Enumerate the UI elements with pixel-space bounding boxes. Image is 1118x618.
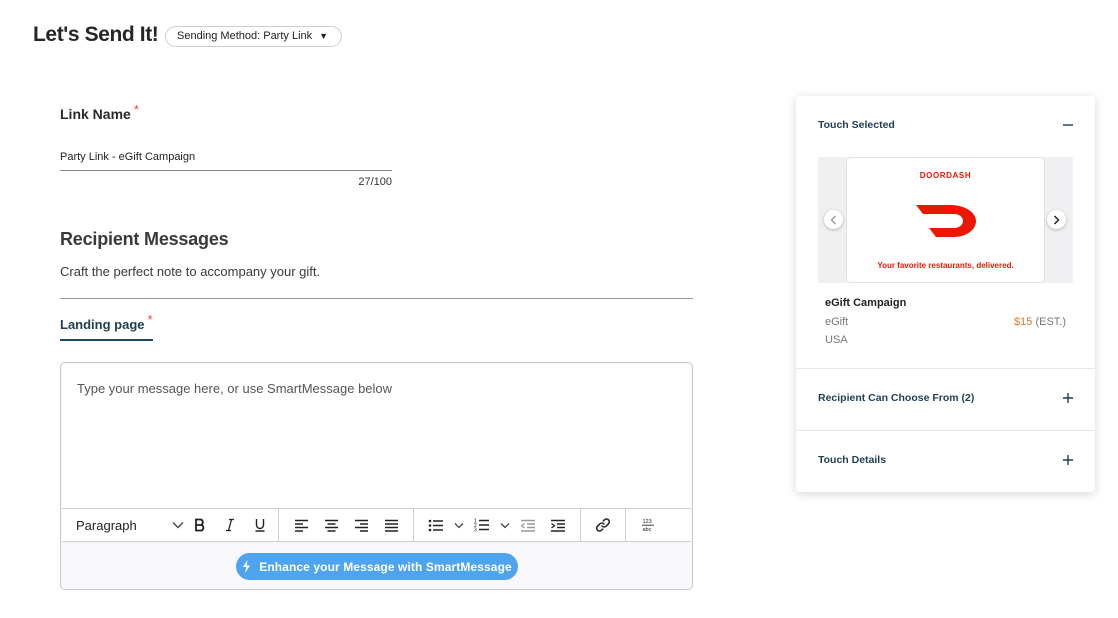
section-divider bbox=[60, 298, 693, 299]
carousel-prev-button[interactable] bbox=[824, 210, 843, 229]
required-mark: * bbox=[147, 312, 153, 327]
gift-carousel: DOORDASH Your favorite restaurants, deli… bbox=[818, 157, 1073, 283]
numbered-list-options[interactable] bbox=[498, 512, 512, 538]
align-left-icon bbox=[294, 519, 308, 532]
bold-icon bbox=[195, 518, 205, 532]
message-placeholder: Type your message here, or use SmartMess… bbox=[77, 381, 393, 396]
chevron-right-icon bbox=[1053, 214, 1060, 225]
svg-text:3: 3 bbox=[474, 528, 477, 533]
message-textarea[interactable]: Type your message here, or use SmartMess… bbox=[62, 364, 691, 508]
recipient-messages-subtitle: Craft the perfect note to accompany your… bbox=[60, 264, 321, 279]
smartmessage-button-label: Enhance your Message with SmartMessage bbox=[259, 559, 512, 574]
align-center-button[interactable] bbox=[317, 512, 345, 538]
align-right-icon bbox=[354, 519, 368, 532]
collapse-icon[interactable] bbox=[1061, 118, 1075, 132]
link-name-label: Link Name * bbox=[60, 102, 139, 122]
sending-method-select[interactable]: Sending Method: Party Link ▼ bbox=[165, 26, 342, 47]
link-icon bbox=[595, 518, 611, 532]
align-right-button[interactable] bbox=[347, 512, 375, 538]
caret-down-icon: ▼ bbox=[319, 31, 328, 41]
tab-landing-page-label: Landing page bbox=[60, 317, 145, 332]
gift-price-amount: $15 bbox=[1014, 316, 1033, 328]
editor-toolbar: Paragraph 1 2 3 123 abc bbox=[62, 508, 691, 542]
character-counter: 27/100 bbox=[358, 176, 392, 188]
doordash-logo bbox=[916, 205, 976, 237]
gift-price-suffix: (EST.) bbox=[1035, 316, 1066, 328]
touch-summary-panel: Touch Selected DOORDASH Your favorite re… bbox=[796, 96, 1095, 492]
spellcheck-button[interactable]: 123 abc bbox=[634, 512, 662, 538]
card-tagline: Your favorite restaurants, delivered. bbox=[877, 261, 1014, 270]
touch-selected-header[interactable]: Touch Selected bbox=[818, 119, 895, 131]
italic-button[interactable] bbox=[216, 512, 244, 538]
carousel-next-button[interactable] bbox=[1047, 210, 1066, 229]
outdent-icon bbox=[520, 519, 535, 532]
underline-button[interactable] bbox=[246, 512, 274, 538]
chevron-down-icon bbox=[500, 522, 510, 528]
outdent-button[interactable] bbox=[514, 512, 542, 538]
expand-icon[interactable] bbox=[1061, 391, 1075, 405]
paragraph-format-select[interactable]: Paragraph bbox=[72, 518, 184, 533]
svg-text:abc: abc bbox=[643, 527, 652, 533]
underline-icon bbox=[255, 519, 265, 532]
svg-text:123: 123 bbox=[643, 519, 652, 525]
chevron-down-icon bbox=[172, 522, 184, 529]
indent-icon bbox=[551, 519, 565, 532]
bullet-list-icon bbox=[428, 519, 443, 531]
smartmessage-button[interactable]: Enhance your Message with SmartMessage bbox=[236, 553, 518, 580]
bullet-list-options[interactable] bbox=[452, 512, 466, 538]
recipient-choose-header[interactable]: Recipient Can Choose From (2) bbox=[818, 392, 974, 404]
italic-icon bbox=[226, 518, 234, 532]
bold-button[interactable] bbox=[186, 512, 214, 538]
gift-price: $15 (EST.) bbox=[1014, 316, 1066, 328]
align-justify-icon bbox=[384, 519, 398, 532]
numbered-list-button[interactable]: 123 bbox=[468, 512, 496, 538]
link-name-input[interactable] bbox=[60, 143, 392, 171]
gift-name: eGift Campaign bbox=[825, 297, 907, 309]
lightning-icon bbox=[243, 560, 251, 573]
message-editor: Type your message here, or use SmartMess… bbox=[60, 362, 693, 590]
page-title: Let's Send It! bbox=[33, 23, 159, 46]
bullet-list-button[interactable] bbox=[422, 512, 450, 538]
gift-card-image: DOORDASH Your favorite restaurants, deli… bbox=[846, 157, 1045, 283]
touch-details-header[interactable]: Touch Details bbox=[818, 454, 886, 466]
spellcheck-icon: 123 abc bbox=[642, 519, 654, 533]
panel-divider bbox=[796, 368, 1095, 369]
link-name-label-text: Link Name bbox=[60, 106, 131, 122]
align-left-button[interactable] bbox=[287, 512, 315, 538]
align-center-icon bbox=[324, 519, 338, 532]
sending-method-label: Sending Method: Party Link bbox=[177, 30, 313, 42]
required-mark: * bbox=[133, 102, 139, 117]
paragraph-format-label: Paragraph bbox=[76, 517, 137, 533]
gift-country: USA bbox=[825, 334, 848, 346]
expand-icon[interactable] bbox=[1061, 453, 1075, 467]
recipient-messages-title: Recipient Messages bbox=[60, 229, 229, 249]
align-justify-button[interactable] bbox=[377, 512, 405, 538]
indent-button[interactable] bbox=[544, 512, 572, 538]
numbered-list-icon: 123 bbox=[474, 519, 489, 533]
link-button[interactable] bbox=[589, 512, 617, 538]
tab-landing-page[interactable]: Landing page * bbox=[60, 312, 153, 341]
chevron-left-icon bbox=[830, 215, 836, 224]
chevron-down-icon bbox=[454, 522, 464, 528]
card-brand-name: DOORDASH bbox=[919, 171, 972, 180]
gift-type: eGift bbox=[825, 316, 849, 328]
panel-divider bbox=[796, 430, 1095, 431]
